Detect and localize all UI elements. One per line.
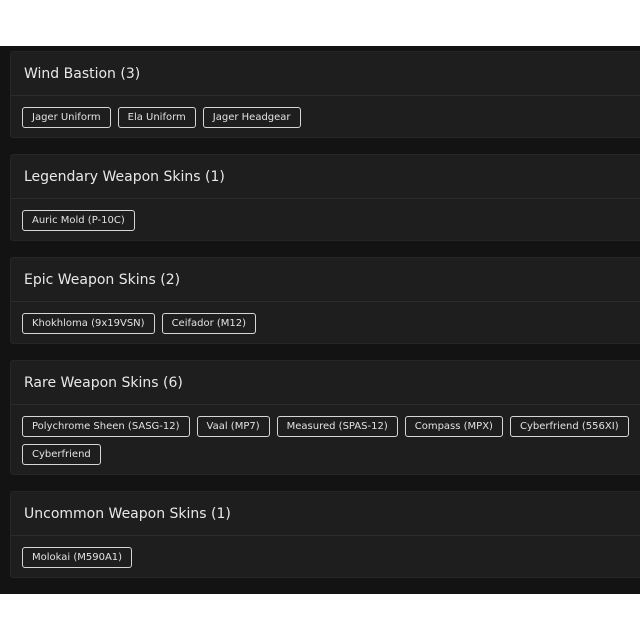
item-chip[interactable]: Polychrome Sheen (SASG-12) [22, 416, 190, 437]
item-chip[interactable]: Ela Uniform [117, 107, 196, 128]
content-viewport: Wind Bastion (3) Jager Uniform Ela Unifo… [0, 46, 640, 594]
item-chip[interactable]: Khokhloma (9x19VSN) [22, 313, 155, 334]
section-items: Auric Mold (P-10C) [11, 199, 640, 240]
item-chip[interactable]: Vaal (MP7) [196, 416, 270, 437]
section-card-uncommon: Uncommon Weapon Skins (1) Molokai (M590A… [10, 491, 640, 578]
section-title: Rare Weapon Skins (6) [24, 374, 183, 391]
item-chip[interactable]: Measured (SPAS-12) [276, 416, 398, 437]
section-card-wind-bastion: Wind Bastion (3) Jager Uniform Ela Unifo… [10, 51, 640, 138]
section-header: Wind Bastion (3) [11, 52, 640, 96]
section-items: Khokhloma (9x19VSN) Ceifador (M12) [11, 302, 640, 343]
item-chip[interactable]: Ceifador (M12) [161, 313, 257, 334]
section-items: Molokai (M590A1) [11, 536, 640, 577]
item-chip[interactable]: Cyberfriend (556XI) [509, 416, 629, 437]
section-title: Wind Bastion (3) [24, 65, 141, 82]
item-chip[interactable]: Cyberfriend [22, 444, 101, 465]
item-chip[interactable]: Compass (MPX) [404, 416, 503, 437]
section-header: Rare Weapon Skins (6) [11, 361, 640, 405]
item-chip[interactable]: Jager Headgear [202, 107, 301, 128]
item-chip[interactable]: Molokai (M590A1) [22, 547, 133, 568]
item-chip[interactable]: Jager Uniform [22, 107, 111, 128]
section-items: Polychrome Sheen (SASG-12) Vaal (MP7) Me… [11, 405, 640, 474]
section-card-legendary: Legendary Weapon Skins (1) Auric Mold (P… [10, 154, 640, 241]
section-header: Epic Weapon Skins (2) [11, 258, 640, 302]
section-items: Jager Uniform Ela Uniform Jager Headgear [11, 96, 640, 137]
section-title: Epic Weapon Skins (2) [24, 271, 181, 288]
item-chip[interactable]: Auric Mold (P-10C) [22, 210, 135, 231]
section-list: Wind Bastion (3) Jager Uniform Ela Unifo… [0, 46, 640, 578]
section-header: Legendary Weapon Skins (1) [11, 155, 640, 199]
section-header: Uncommon Weapon Skins (1) [11, 492, 640, 536]
section-card-epic: Epic Weapon Skins (2) Khokhloma (9x19VSN… [10, 257, 640, 344]
section-card-rare: Rare Weapon Skins (6) Polychrome Sheen (… [10, 360, 640, 475]
section-title: Uncommon Weapon Skins (1) [24, 505, 231, 522]
section-title: Legendary Weapon Skins (1) [24, 168, 225, 185]
